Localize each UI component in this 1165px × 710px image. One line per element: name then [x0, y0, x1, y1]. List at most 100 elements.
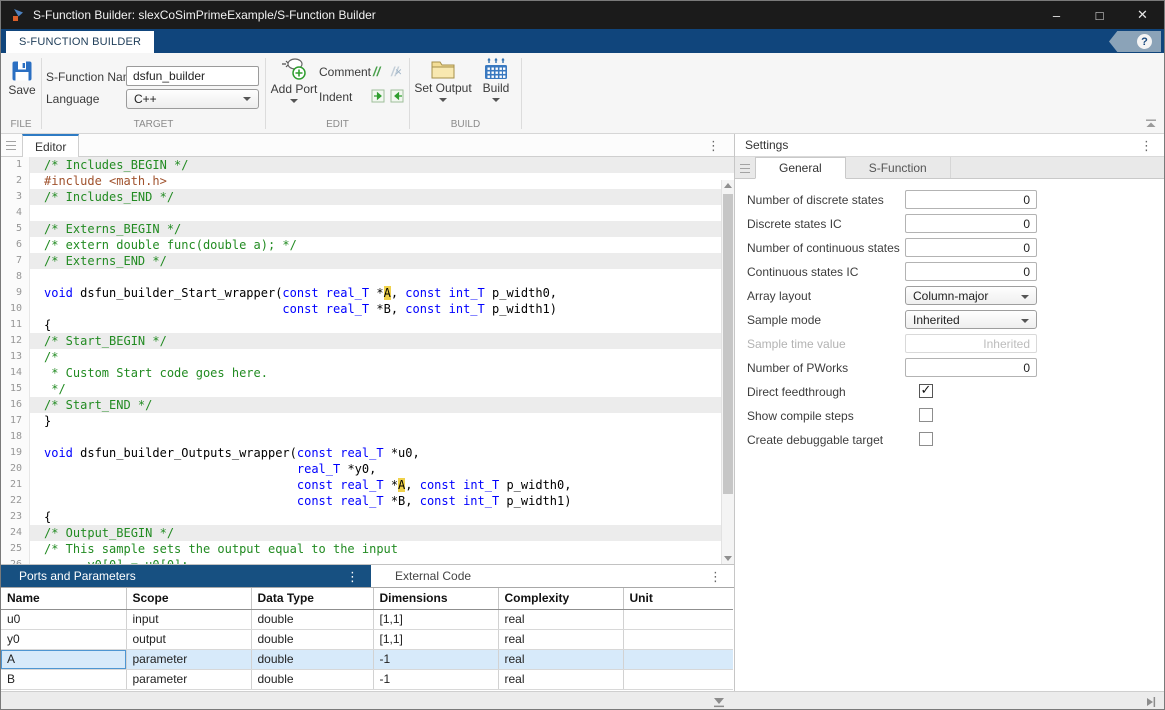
table-cell[interactable]: double [251, 609, 373, 629]
code-line-text[interactable]: */ [30, 381, 734, 397]
external-code-menu-kebab-icon[interactable]: ⋮ [709, 570, 722, 583]
column-header-data-type[interactable]: Data Type [251, 588, 373, 609]
tab-external-code[interactable]: External Code ⋮ [371, 565, 734, 587]
number-of-continuous-states-input[interactable]: 0 [905, 238, 1037, 257]
code-line-text[interactable]: /* Externs_END */ [30, 253, 734, 269]
table-cell[interactable]: real [498, 609, 623, 629]
table-cell[interactable]: input [126, 609, 251, 629]
minimize-button[interactable]: – [1035, 1, 1078, 29]
build-button[interactable]: Build [476, 57, 516, 102]
table-cell[interactable]: output [126, 629, 251, 649]
code-line-text[interactable]: } [30, 413, 734, 429]
code-editor[interactable]: 1/* Includes_BEGIN */2#include <math.h>3… [1, 157, 734, 564]
table-cell[interactable]: double [251, 629, 373, 649]
code-line-text[interactable]: void dsfun_builder_Outputs_wrapper(const… [30, 445, 734, 461]
discrete-states-ic-input[interactable]: 0 [905, 214, 1037, 233]
code-line-text[interactable] [30, 429, 734, 445]
table-cell[interactable] [623, 629, 733, 649]
tab-s-function[interactable]: S-Function [846, 157, 951, 178]
code-line-text[interactable] [30, 269, 734, 285]
code-line-text[interactable]: /* Start_BEGIN */ [30, 333, 734, 349]
panel-grip[interactable] [6, 141, 16, 150]
table-row[interactable]: y0outputdouble[1,1]real [1, 629, 733, 649]
sfunction-name-input[interactable]: dsfun_builder [126, 66, 259, 86]
code-line-text[interactable] [30, 205, 734, 221]
table-row[interactable]: Bparameterdouble-1real [1, 669, 733, 689]
code-line-text[interactable]: const real_T *B, const int_T p_width1) [30, 493, 734, 509]
table-cell[interactable]: y0 [1, 629, 126, 649]
table-row[interactable]: Aparameterdouble-1real [1, 649, 733, 669]
create-debuggable-target-checkbox[interactable] [919, 432, 933, 446]
column-header-dimensions[interactable]: Dimensions [373, 588, 498, 609]
table-cell[interactable]: B [1, 669, 126, 689]
code-line-text[interactable]: void dsfun_builder_Start_wrapper(const r… [30, 285, 734, 301]
scroll-up-icon[interactable] [722, 183, 734, 188]
column-header-name[interactable]: Name [1, 588, 126, 609]
table-cell[interactable]: real [498, 629, 623, 649]
tab-editor[interactable]: Editor [22, 134, 79, 157]
table-cell[interactable]: double [251, 649, 373, 669]
code-line-text[interactable]: /* Includes_END */ [30, 189, 734, 205]
indent-right-icon[interactable] [371, 89, 386, 103]
collapse-panel-icon[interactable] [712, 697, 726, 708]
column-header-complexity[interactable]: Complexity [498, 588, 623, 609]
number-of-pworks-input[interactable]: 0 [905, 358, 1037, 377]
code-line-text[interactable]: /* This sample sets the output equal to … [30, 541, 734, 557]
editor-scrollbar[interactable] [721, 180, 734, 564]
collapse-ribbon-icon[interactable] [1145, 119, 1157, 128]
tab-ports-and-parameters[interactable]: Ports and Parameters ⋮ [1, 565, 371, 587]
set-output-button[interactable]: Set Output [414, 57, 472, 102]
table-cell[interactable] [623, 669, 733, 689]
table-cell[interactable]: [1,1] [373, 609, 498, 629]
maximize-button[interactable]: □ [1078, 1, 1121, 29]
outdent-left-icon[interactable] [390, 89, 405, 103]
tab-s-function-builder[interactable]: S-FUNCTION BUILDER [6, 31, 154, 53]
table-cell[interactable]: real [498, 649, 623, 669]
code-line-text[interactable]: /* Includes_BEGIN */ [30, 157, 734, 173]
sample-mode-select[interactable]: Inherited [905, 310, 1037, 329]
settings-menu-kebab-icon[interactable]: ⋮ [1140, 139, 1153, 152]
column-header-scope[interactable]: Scope [126, 588, 251, 609]
code-line-text[interactable]: /* Start_END */ [30, 397, 734, 413]
table-row[interactable]: u0inputdouble[1,1]real [1, 609, 733, 629]
code-line-text[interactable]: real_T *y0, [30, 461, 734, 477]
number-of-discrete-states-input[interactable]: 0 [905, 190, 1037, 209]
tab-general[interactable]: General [755, 157, 846, 179]
table-cell[interactable]: A [1, 649, 126, 669]
save-button[interactable]: Save [5, 59, 39, 97]
table-cell[interactable]: -1 [373, 669, 498, 689]
code-line-text[interactable]: /* [30, 349, 734, 365]
code-line-text[interactable]: { [30, 317, 734, 333]
table-cell[interactable]: double [251, 669, 373, 689]
table-cell[interactable] [623, 609, 733, 629]
code-line-text[interactable]: const real_T *B, const int_T p_width1) [30, 301, 734, 317]
direct-feedthrough-checkbox[interactable]: ✓ [919, 384, 933, 398]
table-cell[interactable]: -1 [373, 649, 498, 669]
help-button[interactable]: ? [1109, 31, 1161, 52]
editor-menu-kebab-icon[interactable]: ⋮ [707, 139, 720, 152]
table-cell[interactable]: [1,1] [373, 629, 498, 649]
panel-grip[interactable] [740, 164, 750, 173]
array-layout-select[interactable]: Column-major [905, 286, 1037, 305]
code-line-text[interactable]: #include <math.h> [30, 173, 734, 189]
code-line-text[interactable]: /* Externs_BEGIN */ [30, 221, 734, 237]
scroll-down-icon[interactable] [722, 556, 734, 561]
close-button[interactable]: ✕ [1121, 1, 1164, 29]
code-line-text[interactable]: const real_T *A, const int_T p_width0, [30, 477, 734, 493]
code-line-text[interactable]: /* extern double func(double a); */ [30, 237, 734, 253]
table-cell[interactable]: parameter [126, 649, 251, 669]
ports-menu-kebab-icon[interactable]: ⋮ [346, 570, 359, 583]
table-cell[interactable]: u0 [1, 609, 126, 629]
table-cell[interactable] [623, 649, 733, 669]
language-select[interactable]: C++ [126, 89, 259, 109]
code-line-text[interactable]: /* Output_BEGIN */ [30, 525, 734, 541]
show-compile-steps-checkbox[interactable] [919, 408, 933, 422]
add-port-button[interactable]: Add Port [269, 56, 319, 103]
comment-icon[interactable]: // [373, 64, 380, 79]
code-line-text[interactable]: * Custom Start code goes here. [30, 365, 734, 381]
expand-panel-icon[interactable] [1146, 696, 1157, 708]
code-line-text[interactable]: { [30, 509, 734, 525]
continuous-states-ic-input[interactable]: 0 [905, 262, 1037, 281]
column-header-unit[interactable]: Unit [623, 588, 733, 609]
code-line-text[interactable]: y0[0] = u0[0]; [30, 557, 734, 564]
